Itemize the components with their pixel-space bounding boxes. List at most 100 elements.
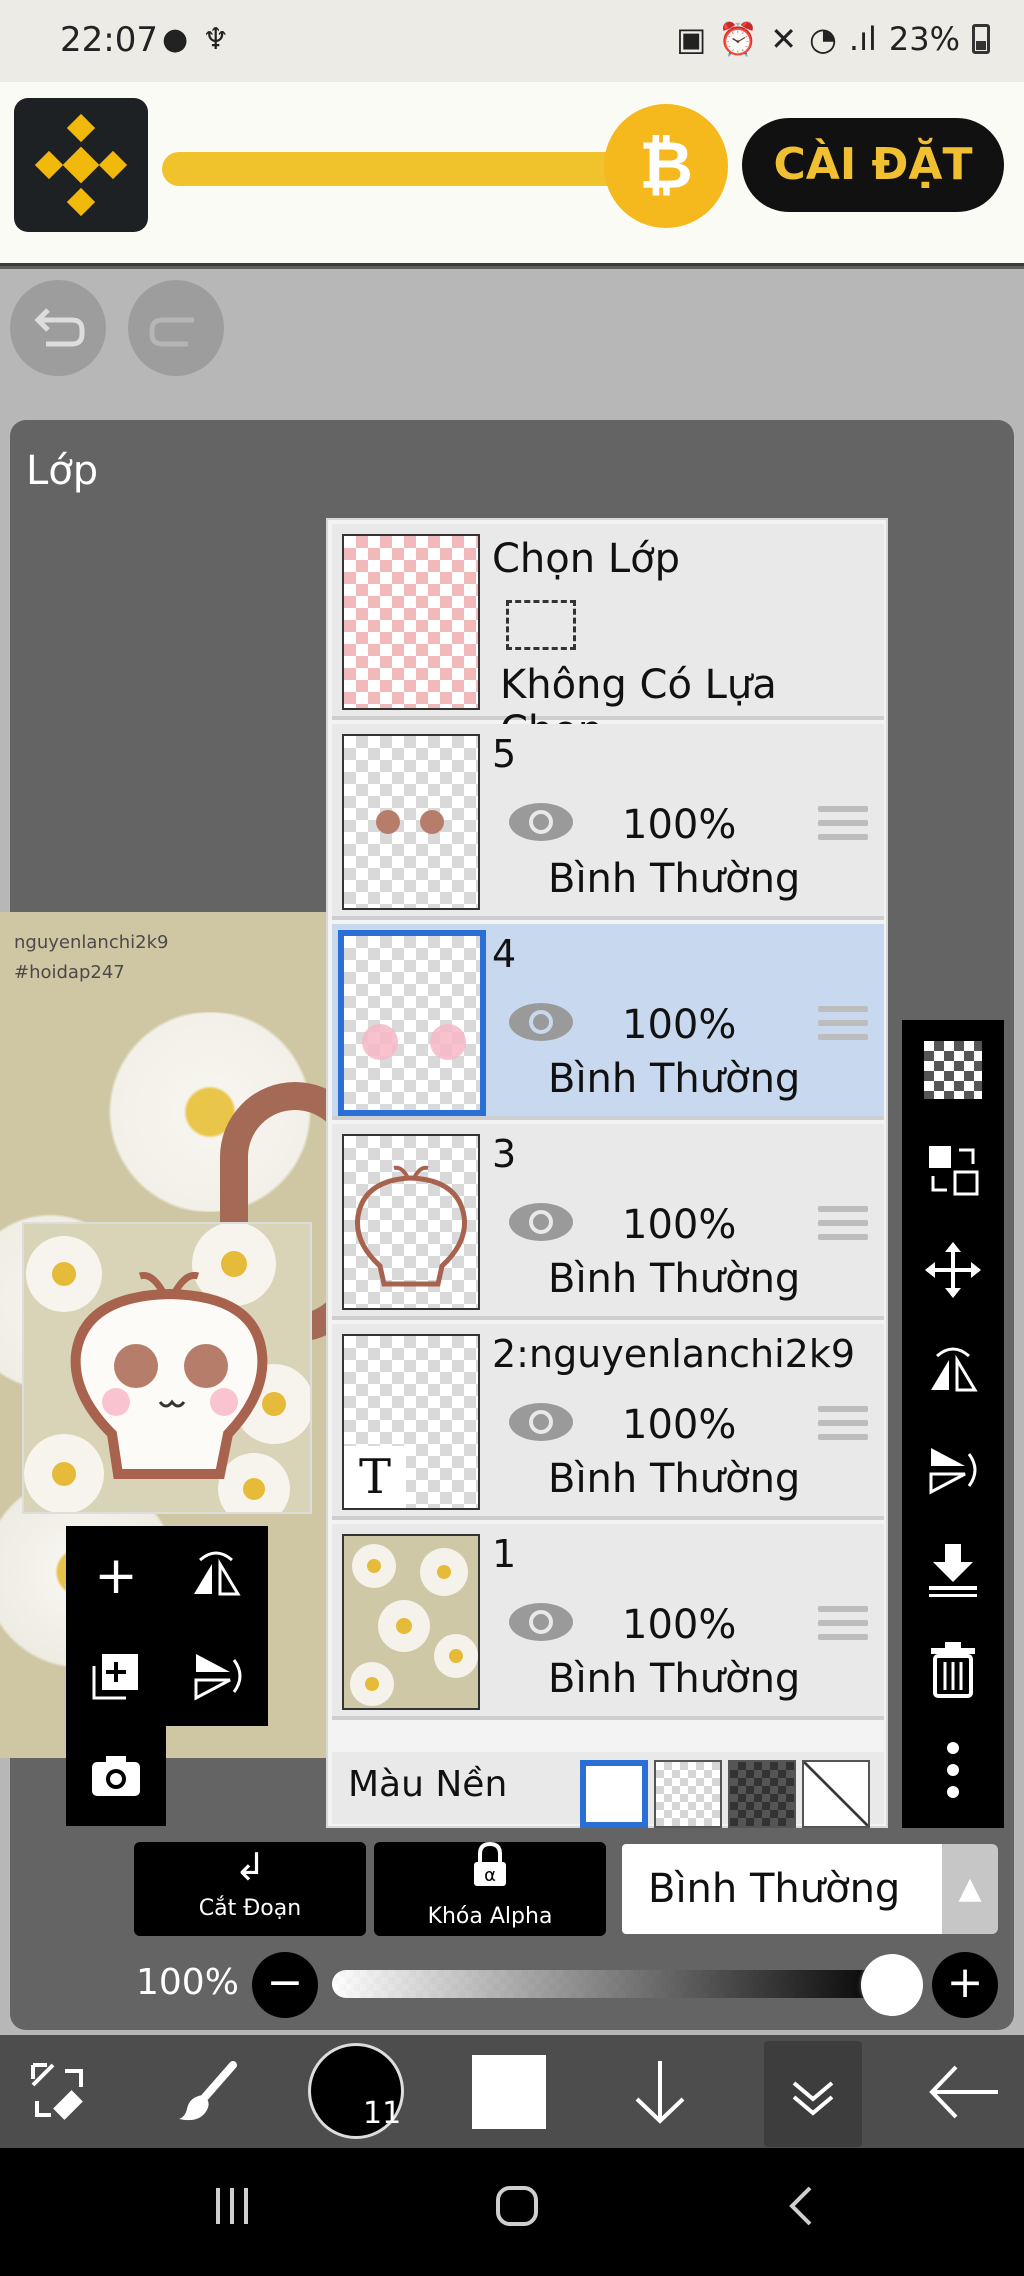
merge-down-button[interactable] <box>902 1520 1004 1620</box>
arrow-down-icon <box>635 2060 685 2124</box>
system-navigation-bar <box>0 2148 1024 2276</box>
layer-blend-mode[interactable]: Bình Thường <box>548 1656 800 1702</box>
brush-size-color-button[interactable]: 11 <box>308 2043 404 2139</box>
clipping-button[interactable]: ↲ Cắt Đoạn <box>134 1842 366 1936</box>
duplicate-layer-button[interactable] <box>66 1626 166 1726</box>
drag-handle-icon[interactable] <box>818 1406 868 1446</box>
lock-icon: ▣ <box>676 20 707 58</box>
duplicate-icon <box>92 1654 138 1700</box>
layer-opacity: 100% <box>622 1202 737 1248</box>
swap-icon <box>929 1146 979 1196</box>
layer-thumbnail <box>342 1534 480 1710</box>
move-icon <box>925 1242 981 1298</box>
layer-action-tools: + <box>66 1526 268 1826</box>
layer-name: 1 <box>492 1532 517 1576</box>
visibility-eye-icon[interactable] <box>506 1400 576 1444</box>
plus-icon: + <box>94 1546 138 1606</box>
opacity-slider[interactable] <box>332 1970 892 1998</box>
delete-layer-button[interactable] <box>902 1620 1004 1720</box>
layer-row[interactable]: 1 100% Bình Thường <box>332 1524 884 1720</box>
back-icon[interactable] <box>786 2184 816 2239</box>
flip-horizontal-icon <box>931 1347 978 1392</box>
visibility-eye-icon[interactable] <box>506 1200 576 1244</box>
swap-layer-button[interactable] <box>902 1120 1004 1220</box>
checkerboard-icon <box>924 1041 982 1099</box>
layer-name: 5 <box>492 732 517 776</box>
more-options-button[interactable] <box>902 1720 1004 1820</box>
opacity-decrease-button[interactable]: − <box>252 1952 318 2018</box>
right-toolbar <box>902 1020 1004 1828</box>
brush-icon <box>179 2060 237 2120</box>
layer-row[interactable]: 4 100% Bình Thường <box>332 924 884 1120</box>
opacity-slider-knob[interactable] <box>861 1954 923 2016</box>
home-icon[interactable] <box>494 2184 540 2239</box>
layer-blend-mode[interactable]: Bình Thường <box>548 1456 800 1502</box>
ad-slider-track <box>162 152 632 186</box>
drag-handle-icon[interactable] <box>818 806 868 846</box>
redo-icon <box>149 317 194 347</box>
quick-menu-button[interactable] <box>10 2035 110 2148</box>
background-transparent-dark-swatch[interactable] <box>728 1760 796 1828</box>
color-swatch-button[interactable] <box>472 2055 546 2129</box>
transparency-button[interactable] <box>902 1020 1004 1120</box>
back-arrow-button[interactable] <box>914 2035 1014 2148</box>
lock-alpha-icon: α <box>374 1841 606 1900</box>
drag-handle-icon[interactable] <box>818 1206 868 1246</box>
flip-vertical-icon <box>929 1448 977 1495</box>
install-button[interactable]: CÀI ĐẶT <box>742 118 1004 212</box>
layer-row[interactable]: T 2:nguyenlanchi2k9 100% Bình Thường <box>332 1324 884 1520</box>
undo-icon <box>34 308 85 347</box>
undo-button[interactable] <box>10 280 106 376</box>
recent-apps-icon[interactable] <box>210 2184 254 2239</box>
canvas-watermark: nguyenlanchi2k9 #hoidap247 <box>14 932 169 983</box>
redo-button[interactable] <box>128 280 224 376</box>
camera-button[interactable] <box>66 1726 166 1826</box>
alpha-lock-button[interactable]: α Khóa Alpha <box>374 1841 606 1936</box>
visibility-eye-icon[interactable] <box>506 1600 576 1644</box>
visibility-eye-icon[interactable] <box>506 1000 576 1044</box>
battery-icon <box>972 24 990 54</box>
brush-tool-button[interactable] <box>160 2035 260 2148</box>
double-chevron-down-icon <box>792 2081 834 2116</box>
layer-down-button[interactable] <box>610 2035 710 2148</box>
visibility-eye-icon[interactable] <box>506 800 576 844</box>
drag-handle-icon[interactable] <box>818 1006 868 1046</box>
opacity-value-label: 100% <box>136 1962 239 2003</box>
background-color-label: Màu Nền <box>348 1764 508 1805</box>
layer-blend-mode[interactable]: Bình Thường <box>548 856 800 902</box>
layer-thumbnail <box>342 1134 480 1310</box>
add-layer-button[interactable]: + <box>66 1526 166 1626</box>
flip-horizontal-button[interactable] <box>902 1320 1004 1420</box>
layer-thumbnail <box>342 734 480 910</box>
selection-layer-row[interactable]: Chọn Lớp Không Có Lựa Chọn <box>332 524 884 754</box>
binance-logo[interactable] <box>14 98 148 232</box>
layer-blend-mode[interactable]: Bình Thường <box>548 1256 800 1302</box>
layer-row[interactable]: 3 100% Bình Thường <box>332 1124 884 1320</box>
layers-list: Chọn Lớp Không Có Lựa Chọn 5 100% Bình T… <box>326 518 888 1828</box>
opacity-increase-button[interactable]: + <box>932 1952 998 2018</box>
canvas-thumbnail[interactable] <box>22 1222 312 1514</box>
flip-vertical-button[interactable] <box>902 1420 1004 1520</box>
ad-banner[interactable]: ₿ CÀI ĐẶT <box>0 82 1024 266</box>
background-none-swatch[interactable] <box>802 1760 870 1828</box>
background-white-swatch[interactable] <box>580 1760 648 1828</box>
flip-horizontal-icon <box>194 1551 241 1596</box>
trash-icon <box>931 1642 975 1698</box>
layers-toggle-button[interactable] <box>764 2041 862 2147</box>
dropdown-arrow-icon[interactable]: ▲ <box>942 1844 998 1934</box>
blend-mode-select[interactable]: Bình Thường <box>622 1844 942 1934</box>
background-transparent-light-swatch[interactable] <box>654 1760 722 1828</box>
layer-opacity: 100% <box>622 1002 737 1048</box>
flip-vertical-icon <box>194 1654 242 1701</box>
layer-opacity: 100% <box>622 802 737 848</box>
clip-arrow-icon: ↲ <box>234 1845 266 1889</box>
svg-text:α: α <box>484 1865 496 1886</box>
flip-vertical-button[interactable] <box>166 1626 266 1726</box>
bottom-toolbar: 11 <box>0 2035 1024 2148</box>
layer-blend-mode[interactable]: Bình Thường <box>548 1056 800 1102</box>
drag-handle-icon[interactable] <box>818 1606 868 1646</box>
flip-horizontal-button[interactable] <box>166 1526 266 1626</box>
layer-row[interactable]: 5 100% Bình Thường <box>332 724 884 920</box>
move-button[interactable] <box>902 1220 1004 1320</box>
layer-thumbnail <box>338 930 486 1116</box>
